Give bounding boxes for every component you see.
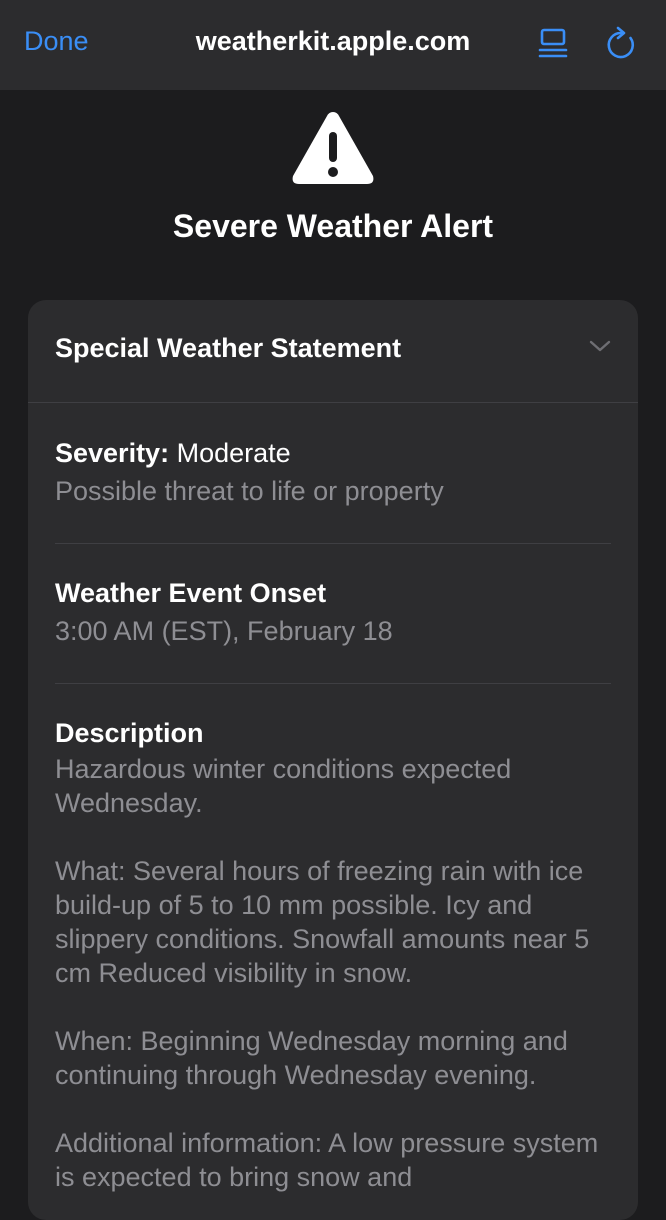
severity-value: Moderate — [176, 438, 291, 468]
reload-icon[interactable] — [603, 26, 639, 64]
description-section: Description Hazardous winter conditions … — [55, 714, 611, 1220]
description-paragraph: When: Beginning Wednesday morning and co… — [55, 1026, 568, 1090]
alert-title: Severe Weather Alert — [172, 208, 494, 244]
severity-label: Severity: — [55, 438, 170, 468]
onset-label: Weather Event Onset — [55, 578, 327, 608]
statement-title: Special Weather Statement — [55, 333, 402, 363]
onset-section: Weather Event Onset 3:00 AM (EST), Febru… — [55, 574, 611, 648]
description-paragraph: What: Several hours of freezing rain wit… — [55, 856, 590, 988]
description-paragraph: Hazardous winter conditions expected Wed… — [55, 754, 512, 818]
description-paragraph: Additional information: A low pressure s… — [55, 1128, 599, 1192]
browser-toolbar: Done weatherkit.apple.com — [0, 0, 666, 90]
description-label: Description — [55, 718, 204, 748]
severity-detail: Possible threat to life or property — [55, 476, 444, 506]
alert-card: Special Weather Statement Severity: Mode… — [28, 300, 638, 1220]
warning-icon — [289, 108, 377, 188]
severity-line: Severity: Moderate — [55, 434, 611, 472]
statement-header[interactable]: Special Weather Statement — [28, 300, 638, 403]
severity-section: Severity: Moderate Possible threat to li… — [55, 434, 611, 508]
divider — [55, 543, 611, 544]
chevron-down-icon[interactable] — [588, 336, 612, 356]
onset-value: 3:00 AM (EST), February 18 — [55, 616, 393, 646]
divider — [55, 683, 611, 684]
reader-icon[interactable] — [536, 26, 570, 64]
